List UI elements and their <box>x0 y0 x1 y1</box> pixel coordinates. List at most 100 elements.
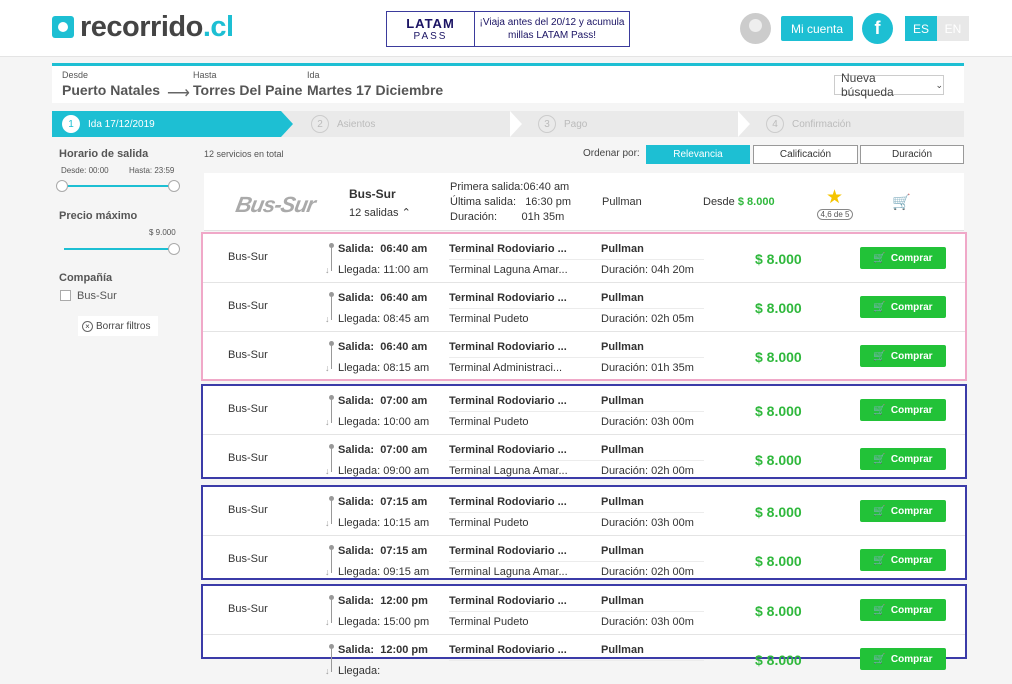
departure-group: Bus-Sur ↓ Salida: 12:00 pm Llegada: 15:00 p… <box>201 584 967 677</box>
company-option-label: Bus-Sur <box>77 290 117 302</box>
row-origin-terminal: Terminal Rodoviario ... <box>449 595 567 607</box>
row-company: Bus-Sur <box>228 349 268 361</box>
row-separator <box>449 308 704 309</box>
step-divider <box>738 111 750 137</box>
row-destination-terminal: Terminal Administraci... <box>449 362 563 374</box>
departure-group: Bus-Sur ↓ Salida: 07:15 am Llegada: 10:15 a… <box>201 485 967 580</box>
departure-row[interactable]: Bus-Sur ↓ Salida: 06:40 am Llegada: 08:15 a… <box>203 332 965 381</box>
row-company: Bus-Sur <box>228 300 268 312</box>
filter-price-value: $ 9.000 <box>149 228 176 237</box>
step-divider <box>510 111 522 137</box>
cart-icon[interactable]: 🛒 <box>892 193 911 211</box>
my-account-button[interactable]: Mi cuenta <box>781 16 853 41</box>
row-separator <box>449 561 704 562</box>
row-arrival: Llegada: 10:15 am <box>338 517 430 529</box>
row-price: $ 8.000 <box>755 349 802 365</box>
departure-row[interactable]: ↓ Salida: 12:00 pm Llegada: Terminal Rodov… <box>203 635 965 684</box>
row-class: Pullman <box>601 595 644 607</box>
arrow-down-icon: ↓ <box>325 666 330 676</box>
row-company: Bus-Sur <box>228 251 268 263</box>
row-price: $ 8.000 <box>755 504 802 520</box>
buy-button[interactable]: 🛒 Comprar <box>860 549 946 571</box>
step-arrow-active <box>281 111 293 137</box>
row-price: $ 8.000 <box>755 300 802 316</box>
departure-row[interactable]: Bus-Sur ↓ Salida: 12:00 pm Llegada: 15:00 p… <box>203 586 965 635</box>
time-range-end-handle[interactable] <box>168 180 180 192</box>
filter-company-title: Compañía <box>59 272 113 284</box>
row-duration: Duración: 03h 00m <box>601 616 694 628</box>
row-destination-terminal: Terminal Pudeto <box>449 517 529 529</box>
facebook-icon[interactable]: f <box>862 13 893 44</box>
row-class: Pullman <box>601 395 644 407</box>
row-separator <box>449 357 704 358</box>
row-separator <box>449 460 704 461</box>
arrow-down-icon: ↓ <box>325 417 330 427</box>
row-company: Bus-Sur <box>228 452 268 464</box>
step-3: 3 Pago <box>538 111 587 137</box>
buy-button[interactable]: 🛒 Comprar <box>860 247 946 269</box>
row-origin-terminal: Terminal Rodoviario ... <box>449 444 567 456</box>
top-bar: recorrido.cl LATAM PASS ¡Viaja antes del… <box>0 0 1012 57</box>
row-class: Pullman <box>601 545 644 557</box>
buy-button[interactable]: 🛒 Comprar <box>860 448 946 470</box>
cart-icon: 🛒 <box>873 252 886 264</box>
buy-button[interactable]: 🛒 Comprar <box>860 399 946 421</box>
site-logo[interactable]: recorrido.cl <box>52 11 234 43</box>
departure-row[interactable]: Bus-Sur ↓ Salida: 06:40 am Llegada: 11:00 a… <box>203 234 965 283</box>
arrow-down-icon: ↓ <box>325 567 330 577</box>
row-company: Bus-Sur <box>228 603 268 615</box>
row-class: Pullman <box>601 243 644 255</box>
row-departure: Salida: 07:15 am <box>338 545 428 557</box>
row-arrival: Llegada: 15:00 pm <box>338 616 430 628</box>
row-destination-terminal: Terminal Pudeto <box>449 616 529 628</box>
departure-row[interactable]: Bus-Sur ↓ Salida: 06:40 am Llegada: 08:45 a… <box>203 283 965 332</box>
new-search-select[interactable]: Nueva búsqueda ⌄ <box>834 71 944 99</box>
lang-es-button[interactable]: ES <box>905 16 937 41</box>
row-arrival: Llegada: <box>338 665 381 677</box>
row-class: Pullman <box>601 341 644 353</box>
step-2: 2 Asientos <box>311 111 375 137</box>
price-handle[interactable] <box>168 243 180 255</box>
row-departure: Salida: 06:40 am <box>338 243 428 255</box>
departures-toggle[interactable]: 12 salidas ⌃ <box>349 206 411 219</box>
sort-duration-button[interactable]: Duración <box>860 145 964 164</box>
row-departure: Salida: 06:40 am <box>338 292 428 304</box>
departure-row[interactable]: Bus-Sur ↓ Salida: 07:00 am Llegada: 10:00 a… <box>203 386 965 435</box>
price-track <box>64 248 174 250</box>
clear-filters-button[interactable]: × Borrar filtros <box>78 316 158 336</box>
company-summary[interactable]: Bus-Sur Bus-Sur 12 salidas ⌃ Primera sal… <box>204 173 964 231</box>
departure-row[interactable]: Bus-Sur ↓ Salida: 07:15 am Llegada: 09:15 a… <box>203 536 965 585</box>
row-origin-terminal: Terminal Rodoviario ... <box>449 243 567 255</box>
departure-row[interactable]: Bus-Sur ↓ Salida: 07:15 am Llegada: 10:15 a… <box>203 487 965 536</box>
buy-button[interactable]: 🛒 Comprar <box>860 296 946 318</box>
row-arrival: Llegada: 09:00 am <box>338 465 430 477</box>
row-duration: Duración: 04h 20m <box>601 264 694 276</box>
row-destination-terminal: Terminal Pudeto <box>449 313 529 325</box>
filter-time-to: Hasta: 23:59 <box>129 166 175 175</box>
buy-button[interactable]: 🛒 Comprar <box>860 345 946 367</box>
buy-button[interactable]: 🛒 Comprar <box>860 500 946 522</box>
row-class: Pullman <box>601 292 644 304</box>
company-class: Pullman <box>602 196 642 208</box>
row-destination-terminal: Terminal Pudeto <box>449 416 529 428</box>
time-range-start-handle[interactable] <box>56 180 68 192</box>
sort-relevance-button[interactable]: Relevancia <box>646 145 750 164</box>
arrow-down-icon: ↓ <box>325 314 330 324</box>
departure-row[interactable]: Bus-Sur ↓ Salida: 07:00 am Llegada: 09:00 a… <box>203 435 965 484</box>
company-checkbox[interactable] <box>60 290 71 301</box>
buy-button[interactable]: 🛒 Comprar <box>860 599 946 621</box>
row-origin-terminal: Terminal Rodoviario ... <box>449 292 567 304</box>
row-destination-terminal: Terminal Laguna Amar... <box>449 465 568 477</box>
user-avatar[interactable] <box>740 13 771 44</box>
row-separator <box>449 259 704 260</box>
sort-rating-button[interactable]: Calificación <box>753 145 858 164</box>
row-arrival: Llegada: 08:15 am <box>338 362 430 374</box>
latam-promo-banner[interactable]: LATAM PASS ¡Viaja antes del 20/12 y acum… <box>386 11 630 47</box>
checkout-steps: 1 Ida 17/12/2019 2 Asientos 3 Pago 4 Confirm… <box>52 111 964 137</box>
row-price: $ 8.000 <box>755 251 802 267</box>
buy-button[interactable]: 🛒 Comprar <box>860 648 946 670</box>
row-destination-terminal: Terminal Laguna Amar... <box>449 566 568 578</box>
step-1[interactable]: 1 Ida 17/12/2019 <box>52 111 281 137</box>
lang-en-button[interactable]: EN <box>937 16 969 41</box>
row-price: $ 8.000 <box>755 553 802 569</box>
